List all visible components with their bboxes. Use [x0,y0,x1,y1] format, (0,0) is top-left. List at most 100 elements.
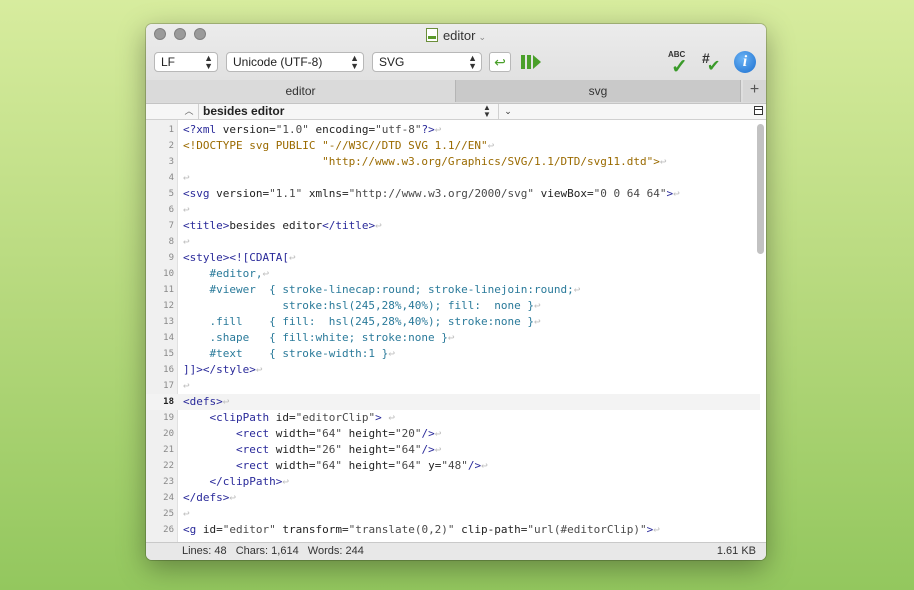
code-line[interactable]: 4 ↩ [146,170,766,186]
line-number: 14 [163,333,174,343]
return-glyph-icon: ↩ [282,475,289,488]
vertical-scrollbar[interactable] [757,124,764,254]
code-editor[interactable]: 1 <?xml version="1.0" encoding="utf-8"?>↩… [146,120,766,542]
code-text: <rect width="64" height="20"/>↩ [235,427,442,440]
breadcrumb-stepper-icon[interactable]: ▲ ▼ [483,104,491,119]
info-icon: i [742,53,748,70]
return-glyph-icon: ↩ [573,283,581,296]
code-text: #editor,↩ [183,267,270,280]
code-line[interactable]: 16]]></style>↩ [146,362,766,378]
code-line[interactable]: 19 <clipPath id="editorClip"> ↩ [146,410,766,426]
code-text: <!DOCTYPE svg PUBLIC "-//W3C//DTD SVG 1.… [183,139,495,152]
code-line[interactable]: 21 <rect width="26" height="64"/>↩ [146,442,766,458]
navigation-menu-button[interactable]: ⌄ [498,104,517,119]
return-glyph-icon: ↩ [183,203,190,216]
line-number: 20 [163,429,174,439]
file-size: 1.61 KB [716,545,756,557]
code-text: <g id="editor" transform="translate(0,2)… [183,523,660,536]
line-number: 19 [163,413,174,423]
window-title[interactable]: editor ⌄ [146,28,766,43]
code-line[interactable]: 3 "http://www.w3.org/Graphics/SVG/1.1/DT… [146,154,766,170]
line-number: 4 [168,173,174,183]
code-text: </defs>↩ [183,491,236,504]
code-line[interactable]: 8 ↩ [146,234,766,250]
return-glyph-icon: ↩ [659,155,667,168]
code-text: <title>besides editor</title>↩ [183,219,382,232]
marker-button[interactable]: # ✔ [702,50,728,75]
line-number: 26 [163,525,174,535]
code-line[interactable]: 24 </defs>↩ [146,490,766,506]
code-text: ↩ [183,506,190,522]
return-glyph-icon: ↩ [434,427,442,440]
code-text: "http://www.w3.org/Graphics/SVG/1.1/DTD/… [183,155,667,168]
code-text: <style><![CDATA[↩ [183,251,296,264]
code-text: <rect width="64" height="64" y="48"/>↩ [235,459,488,472]
line-number: 10 [163,269,174,279]
tab-editor[interactable]: editor [146,80,456,102]
return-glyph-icon: ↩ [434,123,442,136]
add-tab-button[interactable]: + [743,80,766,102]
line-number: 15 [163,349,174,359]
return-glyph-icon: ↩ [388,411,395,424]
soft-wrap-button[interactable]: ↩ [489,52,511,72]
code-line[interactable]: 9 <style><![CDATA[↩ [146,250,766,266]
code-line[interactable]: 17 ↩ [146,378,766,394]
code-line[interactable]: 20 <rect width="64" height="20"/>↩ [146,426,766,442]
code-line[interactable]: 25 ↩ [146,506,766,522]
code-line[interactable]: 15 #text { stroke-width:1 }↩ [146,346,766,362]
code-line[interactable]: 14 .shape { fill:white; stroke:none }↩ [146,330,766,346]
checkmark-icon: ✓ [671,56,688,78]
line-number: 7 [168,221,174,231]
chevron-up-icon[interactable]: ︿ [182,104,196,119]
syntax-select[interactable]: SVG ▲ ▼ [372,52,482,72]
line-number: 25 [163,509,174,519]
code-line[interactable]: 18 <defs>↩ [146,394,760,410]
line-number: 8 [168,237,174,247]
breadcrumb[interactable]: besides editor [198,104,494,119]
return-glyph-icon: ↩ [673,187,680,200]
line-number: 22 [163,461,174,471]
code-text: #text { stroke-width:1 }↩ [183,347,395,360]
return-glyph-icon: ↩ [262,267,270,280]
code-line[interactable]: 13 .fill { fill: hsl(245,28%,40%); strok… [146,314,766,330]
code-line[interactable]: 12 stroke:hsl(245,28%,40%); fill: none }… [146,298,766,314]
wrap-icon: ↩ [494,54,506,70]
code-line[interactable]: 2 <!DOCTYPE svg PUBLIC "-//W3C//DTD SVG 1… [146,138,766,154]
code-text: ]]></style>↩ [183,363,263,376]
code-line[interactable]: 23 </clipPath>↩ [146,474,766,490]
return-glyph-icon: ↩ [183,171,190,184]
return-glyph-icon: ↩ [255,363,263,376]
encoding-select[interactable]: Unicode (UTF-8) ▲ ▼ [226,52,364,72]
line-number: 13 [163,317,174,327]
select-arrows-icon: ▲ ▼ [350,53,359,71]
line-ending-value: LF [161,55,176,69]
code-line[interactable]: 7 <title>besides editor</title>↩ [146,218,766,234]
code-line[interactable]: 22 <rect width="64" height="64" y="48"/>… [146,458,766,474]
code-lines: 1 <?xml version="1.0" encoding="utf-8"?>↩… [146,122,766,538]
chevron-down-icon: ⌄ [478,32,487,42]
document-icon [425,28,438,42]
code-line[interactable]: 10 #editor,↩ [146,266,766,282]
code-line[interactable]: 5 <svg version="1.1" xmlns="http://www.w3… [146,186,766,202]
code-line[interactable]: 6 ↩ [146,202,766,218]
spell-check-button[interactable]: ABC ✓ [668,50,694,78]
code-line[interactable]: 1 <?xml version="1.0" encoding="utf-8"?>↩ [146,122,766,138]
info-button[interactable]: i [734,51,756,73]
code-text: <clipPath id="editorClip"> ↩ [209,411,395,424]
code-text: ↩ [183,202,190,218]
line-number: 12 [163,301,174,311]
code-line[interactable]: 11 #viewer { stroke-linecap:round; strok… [146,282,766,298]
tab-svg[interactable]: svg [456,80,741,102]
return-glyph-icon: ↩ [288,251,296,264]
split-view-icon[interactable] [754,106,763,115]
line-ending-select[interactable]: LF ▲ ▼ [154,52,218,72]
code-text: ↩ [183,378,190,394]
return-glyph-icon: ↩ [183,379,190,392]
toolbar: editor ⌄ LF ▲ ▼ Unicode (UTF-8) ▲ ▼ SVG ▲ ▼ … [146,24,766,104]
invisibles-toggle-button[interactable] [521,52,545,72]
line-number: 6 [168,205,174,215]
code-line[interactable]: 26 <g id="editor" transform="translate(0,… [146,522,766,538]
line-number: 11 [163,285,174,295]
return-glyph-icon: ↩ [229,491,236,504]
return-glyph-icon: ↩ [183,235,190,248]
